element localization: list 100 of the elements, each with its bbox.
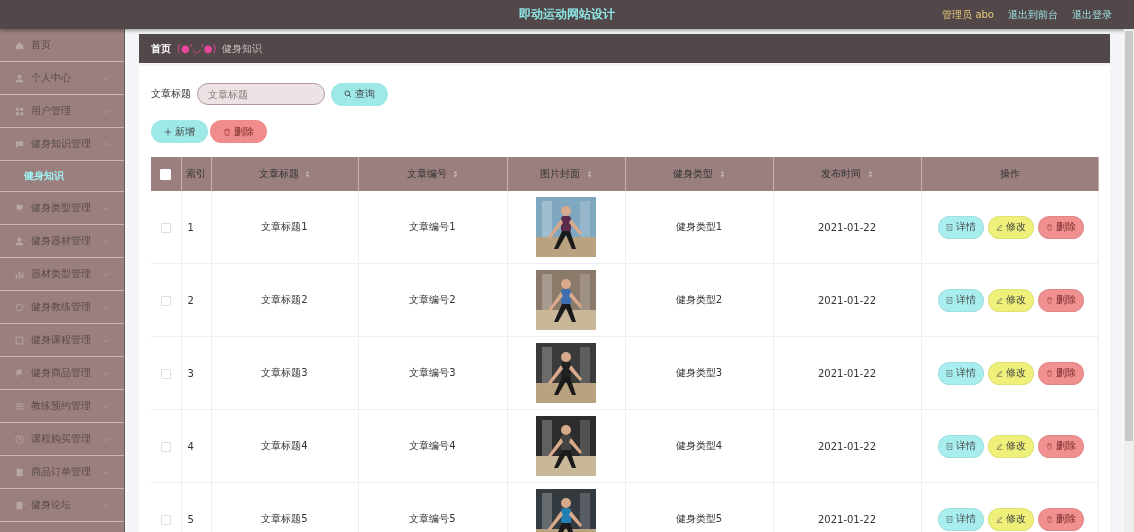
detail-button[interactable]: 详情 (937, 507, 984, 531)
row-checkbox[interactable] (160, 368, 171, 379)
person-icon (15, 73, 24, 83)
column-header[interactable]: 文章编号 (358, 157, 507, 191)
delete-button[interactable]: 删除 (1037, 215, 1084, 239)
doc-icon (15, 500, 24, 510)
edit-button[interactable]: 修改 (987, 288, 1034, 312)
pin-icon (15, 203, 24, 213)
document-icon (945, 515, 953, 523)
table-cell: 文章编号5 (358, 482, 507, 532)
list-icon (15, 401, 24, 411)
trash-icon (1045, 515, 1053, 523)
chat-icon (15, 139, 24, 149)
square-icon (15, 335, 24, 345)
table-cell: 文章标题2 (211, 263, 358, 337)
table-cell: 2021-01-22 (773, 263, 921, 337)
document-icon (945, 369, 953, 377)
home-icon (15, 40, 24, 50)
scrollbar[interactable] (1124, 29, 1134, 532)
trash-icon (1045, 223, 1053, 231)
column-header[interactable]: 图片封面 (507, 157, 625, 191)
pencil-icon (995, 296, 1003, 304)
table-cell: 健身类型2 (625, 263, 773, 337)
search-button[interactable]: 查询 (331, 82, 388, 106)
row-checkbox[interactable] (160, 441, 171, 452)
detail-button[interactable]: 详情 (937, 361, 984, 385)
site-title: 即动运动网站设计 (519, 6, 615, 23)
edit-button[interactable]: 修改 (987, 215, 1034, 239)
search-icon (344, 90, 352, 98)
breadcrumb-separator: (●'◡'●) (177, 43, 217, 54)
delete-button[interactable]: 删除 (1037, 288, 1084, 312)
sort-icon (586, 170, 592, 178)
detail-button[interactable]: 详情 (937, 215, 984, 239)
doc-icon (15, 467, 24, 477)
table-cell: 健身类型3 (625, 336, 773, 410)
trash-icon (223, 127, 231, 136)
table-cell: 3 (181, 336, 211, 410)
table-cell: 2021-01-22 (773, 409, 921, 483)
breadcrumb-link[interactable]: 首页 (151, 41, 171, 56)
edit-button[interactable]: 修改 (987, 434, 1034, 458)
delete-button[interactable]: 删除 (1037, 361, 1084, 385)
sort-icon (305, 170, 311, 178)
table-cell: 4 (181, 409, 211, 483)
table-cell: 文章编号4 (358, 409, 507, 483)
pencil-icon (995, 515, 1003, 523)
column-header[interactable]: 索引 (181, 157, 211, 191)
table-cell: 文章标题5 (211, 482, 358, 532)
chart-icon (15, 269, 24, 279)
table-cell: 文章标题4 (211, 409, 358, 483)
column-header[interactable]: 健身类型 (625, 157, 773, 191)
row-checkbox[interactable] (160, 222, 171, 233)
header-link[interactable]: 退出登录 (1072, 7, 1112, 22)
delete-button[interactable]: 删除 (210, 120, 267, 143)
document-icon (945, 296, 953, 304)
detail-button[interactable]: 详情 (937, 434, 984, 458)
column-header[interactable]: 发布时间 (773, 157, 921, 191)
table-cell: 2021-01-22 (773, 191, 921, 264)
table-cell: 文章编号3 (358, 336, 507, 410)
admin-label: 管理员 abo (942, 7, 994, 22)
header-link[interactable]: 退出到前台 (1008, 7, 1058, 22)
sidebar-item[interactable]: 首页 (0, 29, 124, 62)
row-checkbox[interactable] (160, 514, 171, 525)
add-button[interactable]: 新增 (151, 120, 208, 143)
table-cell: 2021-01-22 (773, 482, 921, 532)
plus-icon (164, 127, 172, 136)
edit-button[interactable]: 修改 (987, 507, 1034, 531)
select-all-checkbox[interactable] (160, 168, 172, 180)
sidebar-subitem[interactable]: 健身知识 (0, 161, 124, 192)
table-cell: 健身类型5 (625, 482, 773, 532)
column-header[interactable]: 文章标题 (211, 157, 358, 191)
table-cell: 2021-01-22 (773, 336, 921, 410)
search-label: 文章标题 (151, 87, 191, 101)
breadcrumb-current: 健身知识 (222, 41, 263, 56)
detail-button[interactable]: 详情 (937, 288, 984, 312)
column-header[interactable]: 操作 (921, 157, 1099, 191)
edit-button[interactable]: 修改 (987, 361, 1034, 385)
table-cell: 1 (181, 191, 211, 264)
delete-button[interactable]: 删除 (1037, 507, 1084, 531)
circle-icon (15, 302, 24, 312)
grid-icon (15, 106, 24, 116)
table-cell: 健身类型4 (625, 409, 773, 483)
table-cell: 文章编号1 (358, 191, 507, 264)
table-cell: 2 (181, 263, 211, 337)
table-cell: 文章标题3 (211, 336, 358, 410)
table-cell: 文章编号2 (358, 263, 507, 337)
document-icon (945, 442, 953, 450)
delete-button[interactable]: 删除 (1037, 434, 1084, 458)
trash-icon (1045, 296, 1053, 304)
table-cell: 文章标题1 (211, 191, 358, 264)
pencil-icon (995, 442, 1003, 450)
row-checkbox[interactable] (160, 295, 171, 306)
sort-icon (867, 170, 873, 178)
sort-icon (453, 170, 459, 178)
pencil-icon (995, 223, 1003, 231)
sort-icon (719, 170, 725, 178)
trash-icon (1045, 442, 1053, 450)
pencil-icon (995, 369, 1003, 377)
clock-icon (15, 434, 24, 444)
table-cell: 5 (181, 482, 211, 532)
search-field[interactable]: 文章标题 (197, 83, 325, 105)
